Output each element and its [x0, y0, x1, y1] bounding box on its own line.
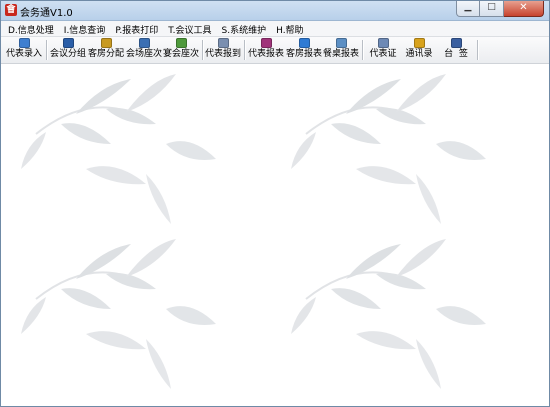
address-book-button[interactable]: 通讯录 — [401, 38, 437, 62]
toolbar-separator — [477, 40, 479, 60]
address-book-icon — [413, 38, 425, 48]
calendar-grid-icon — [62, 38, 74, 48]
table-report-button[interactable]: 餐桌报表 — [322, 38, 360, 62]
menu-info-query[interactable]: I.信息查询 — [59, 21, 111, 36]
bamboo-leaf-cluster — [290, 73, 487, 225]
refresh-report-icon — [298, 38, 310, 48]
toolbar-separator — [46, 40, 48, 60]
maximize-button[interactable]: □ — [480, 1, 504, 17]
name-plate-button[interactable]: 台 签 — [438, 38, 474, 62]
app-window: 會 会务通V1.0 ▁ □ ✕ D.信息处理 I.信息查询 P.报表打印 T.会… — [0, 0, 550, 407]
close-icon: ✕ — [519, 2, 528, 13]
delegate-checkin-button[interactable]: 代表报到 — [204, 38, 242, 62]
delegate-report-label: 代表报表 — [247, 49, 284, 59]
maximize-icon: □ — [487, 2, 496, 12]
seat-chart-icon — [138, 38, 150, 48]
door-icon — [100, 38, 112, 48]
table-report-label: 餐桌报表 — [322, 49, 359, 59]
room-allocation-button[interactable]: 客房分配 — [87, 38, 125, 62]
app-logo-icon[interactable]: 會 — [5, 4, 17, 16]
main-workspace — [1, 64, 549, 406]
venue-seating-button[interactable]: 会场座次 — [125, 38, 163, 62]
banquet-table-icon — [175, 38, 187, 48]
report-people-icon — [260, 38, 272, 48]
caption-buttons: ▁ □ ✕ — [456, 1, 544, 18]
delegate-badge-label: 代表证 — [369, 49, 397, 59]
bamboo-leaf-cluster — [20, 238, 217, 390]
menu-report-print[interactable]: P.报表打印 — [110, 21, 163, 36]
delegate-report-button[interactable]: 代表报表 — [247, 38, 285, 62]
delegate-entry-label: 代表录入 — [5, 49, 42, 59]
meeting-grouping-button[interactable]: 会议分组 — [49, 38, 87, 62]
delegate-checkin-label: 代表报到 — [204, 49, 241, 59]
name-plate-label: 台 签 — [444, 49, 468, 59]
banquet-seating-label: 宴会座次 — [162, 49, 199, 59]
banquet-seating-button[interactable]: 宴会座次 — [162, 38, 200, 62]
toolbar: 代表录入 会议分组 客房分配 会场座次 宴会座次 代表报到 代表报表 客房报表 … — [1, 37, 549, 64]
name-plate-icon — [450, 38, 462, 48]
toolbar-separator — [362, 40, 364, 60]
address-book-label: 通讯录 — [405, 49, 433, 59]
venue-seating-label: 会场座次 — [125, 49, 162, 59]
room-report-label: 客房报表 — [285, 49, 322, 59]
menu-bar: D.信息处理 I.信息查询 P.报表打印 T.会议工具 S.系统维护 H.帮助 — [1, 21, 549, 37]
badge-card-icon — [377, 38, 389, 48]
bamboo-watermark-background — [20, 73, 487, 390]
menu-help[interactable]: H.帮助 — [271, 21, 308, 36]
close-button[interactable]: ✕ — [504, 1, 544, 17]
room-report-button[interactable]: 客房报表 — [285, 38, 323, 62]
document-add-icon — [18, 38, 30, 48]
bamboo-leaf-cluster — [290, 238, 487, 390]
minimize-button[interactable]: ▁ — [456, 1, 480, 17]
meeting-grouping-label: 会议分组 — [49, 49, 86, 59]
table-report-icon — [335, 38, 347, 48]
delegate-badge-button[interactable]: 代表证 — [365, 38, 401, 62]
room-allocation-label: 客房分配 — [87, 49, 124, 59]
title-bar[interactable]: 會 会务通V1.0 ▁ □ ✕ — [1, 1, 549, 21]
delegate-entry-button[interactable]: 代表录入 — [4, 38, 44, 62]
minimize-icon: ▁ — [464, 2, 472, 12]
window-title: 会务通V1.0 — [20, 8, 73, 19]
menu-system-maintenance[interactable]: S.系统维护 — [217, 21, 272, 36]
toolbar-separator — [244, 40, 246, 60]
register-doc-icon — [217, 38, 229, 48]
menu-meeting-tools[interactable]: T.会议工具 — [163, 21, 216, 36]
menu-data-processing[interactable]: D.信息处理 — [1, 21, 59, 36]
bamboo-leaf-cluster — [20, 73, 217, 225]
